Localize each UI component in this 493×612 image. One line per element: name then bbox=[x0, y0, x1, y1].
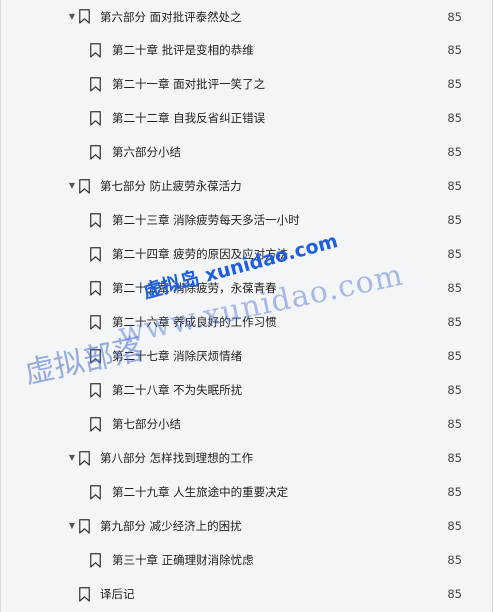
bookmark-section-item[interactable]: ▼ 第八部分 怎样找到理想的工作 85 bbox=[1, 441, 492, 475]
bookmark-label: 第六部分小结 bbox=[112, 145, 181, 159]
page-number: 85 bbox=[447, 553, 462, 567]
bookmark-icon bbox=[79, 518, 90, 534]
bookmark-label: 第二十五章 消除疲劳，永葆青春 bbox=[112, 281, 277, 295]
caret-down-icon[interactable]: ▼ bbox=[67, 12, 77, 22]
bookmark-icon bbox=[90, 76, 101, 92]
page-number: 85 bbox=[447, 485, 462, 499]
bookmark-label: 第二十章 批评是变相的恭维 bbox=[112, 43, 254, 57]
bookmark-label: 第六部分 面对批评泰然处之 bbox=[100, 9, 242, 24]
bookmark-chapter-item[interactable]: 第二十八章 不为失眠所扰 85 bbox=[1, 373, 492, 407]
bookmark-chapter-item[interactable]: 第二十五章 消除疲劳，永葆青春 85 bbox=[1, 271, 492, 305]
bookmark-icon bbox=[90, 484, 101, 500]
bookmark-label: 第三十章 正确理财消除忧虑 bbox=[112, 553, 254, 567]
bookmark-icon bbox=[79, 586, 90, 602]
bookmark-chapter-item[interactable]: 第二十一章 面对批评一笑了之 85 bbox=[1, 67, 492, 101]
page-number: 85 bbox=[447, 9, 462, 24]
bookmark-icon bbox=[90, 42, 101, 58]
bookmark-chapter-item[interactable]: 第二十六章 养成良好的工作习惯 85 bbox=[1, 305, 492, 339]
bookmark-label: 译后记 bbox=[100, 587, 135, 601]
page-number: 85 bbox=[447, 587, 462, 601]
bookmark-icon bbox=[90, 314, 101, 330]
bookmark-label: 第二十一章 面对批评一笑了之 bbox=[112, 77, 266, 91]
bookmark-label: 第二十二章 自我反省纠正错误 bbox=[112, 111, 266, 125]
bookmark-icon bbox=[79, 178, 90, 194]
bookmark-chapter-item[interactable]: 第二十三章 消除疲劳每天多活一小时 85 bbox=[1, 203, 492, 237]
bookmark-icon bbox=[90, 246, 101, 262]
page-number: 85 bbox=[447, 111, 462, 125]
bookmark-section-item[interactable]: ▼ 第九部分 减少经济上的困扰 85 bbox=[1, 509, 492, 543]
page-number: 85 bbox=[447, 77, 462, 91]
bookmark-chapter-item[interactable]: 第二十七章 消除厌烦情绪 85 bbox=[1, 339, 492, 373]
bookmark-label: 第八部分 怎样找到理想的工作 bbox=[100, 451, 254, 465]
page-number: 85 bbox=[447, 213, 462, 227]
caret-down-icon[interactable]: ▼ bbox=[67, 181, 77, 191]
bookmark-icon bbox=[79, 450, 90, 466]
bookmark-label: 第二十六章 养成良好的工作习惯 bbox=[112, 315, 277, 329]
page-number: 85 bbox=[447, 281, 462, 295]
page-number: 85 bbox=[447, 451, 462, 465]
bookmarks-panel: ▼ 第六部分 面对批评泰然处之 85 第二十章 批评是变相的恭维 85 第二十一章 面对批… bbox=[0, 0, 493, 612]
bookmark-chapter-item[interactable]: 第二十二章 自我反省纠正错误 85 bbox=[1, 101, 492, 135]
bookmark-chapter-item[interactable]: 第二十九章 人生旅途中的重要决定 85 bbox=[1, 475, 492, 509]
bookmark-label: 第九部分 减少经济上的困扰 bbox=[100, 519, 242, 533]
bookmark-label: 第二十九章 人生旅途中的重要决定 bbox=[112, 485, 289, 499]
bookmark-icon bbox=[90, 382, 101, 398]
bookmark-label: 第二十七章 消除厌烦情绪 bbox=[112, 349, 243, 363]
page-number: 85 bbox=[447, 145, 462, 159]
bookmark-outline: ▼ 第六部分 面对批评泰然处之 85 第二十章 批评是变相的恭维 85 第二十一章 面对批… bbox=[1, 0, 492, 611]
bookmark-chapter-item[interactable]: 第二十四章 疲劳的原因及应对方法 85 bbox=[1, 237, 492, 271]
bookmark-section-item[interactable]: ▼ 第七部分 防止疲劳永葆活力 85 bbox=[1, 169, 492, 203]
page-number: 85 bbox=[447, 383, 462, 397]
bookmark-label: 第二十三章 消除疲劳每天多活一小时 bbox=[112, 213, 300, 227]
page-number: 85 bbox=[447, 315, 462, 329]
bookmark-icon bbox=[90, 348, 101, 364]
bookmark-icon bbox=[79, 9, 90, 24]
bookmark-label: 第二十四章 疲劳的原因及应对方法 bbox=[112, 247, 289, 261]
bookmark-label: 第七部分小结 bbox=[112, 417, 181, 431]
bookmark-icon bbox=[90, 280, 101, 296]
page-number: 85 bbox=[447, 179, 462, 193]
page-number: 85 bbox=[447, 349, 462, 363]
bookmark-chapter-item[interactable]: 第六部分小结 85 bbox=[1, 135, 492, 169]
page-number: 85 bbox=[447, 247, 462, 261]
caret-down-icon[interactable]: ▼ bbox=[67, 453, 77, 463]
caret-down-icon[interactable]: ▼ bbox=[67, 521, 77, 531]
page-number: 85 bbox=[447, 417, 462, 431]
page-number: 85 bbox=[447, 519, 462, 533]
bookmark-section-item[interactable]: 译后记 85 bbox=[1, 577, 492, 611]
bookmark-icon bbox=[90, 212, 101, 228]
bookmark-label: 第二十八章 不为失眠所扰 bbox=[112, 383, 243, 397]
bookmark-chapter-item[interactable]: 第七部分小结 85 bbox=[1, 407, 492, 441]
bookmark-chapter-item[interactable]: 第三十章 正确理财消除忧虑 85 bbox=[1, 543, 492, 577]
bookmark-chapter-item[interactable]: 第二十章 批评是变相的恭维 85 bbox=[1, 33, 492, 67]
bookmark-section-item[interactable]: ▼ 第六部分 面对批评泰然处之 85 bbox=[1, 0, 492, 33]
bookmark-icon bbox=[90, 552, 101, 568]
bookmark-icon bbox=[90, 416, 101, 432]
bookmark-icon bbox=[90, 144, 101, 160]
bookmark-icon bbox=[90, 110, 101, 126]
bookmark-label: 第七部分 防止疲劳永葆活力 bbox=[100, 179, 242, 193]
page-number: 85 bbox=[447, 43, 462, 57]
